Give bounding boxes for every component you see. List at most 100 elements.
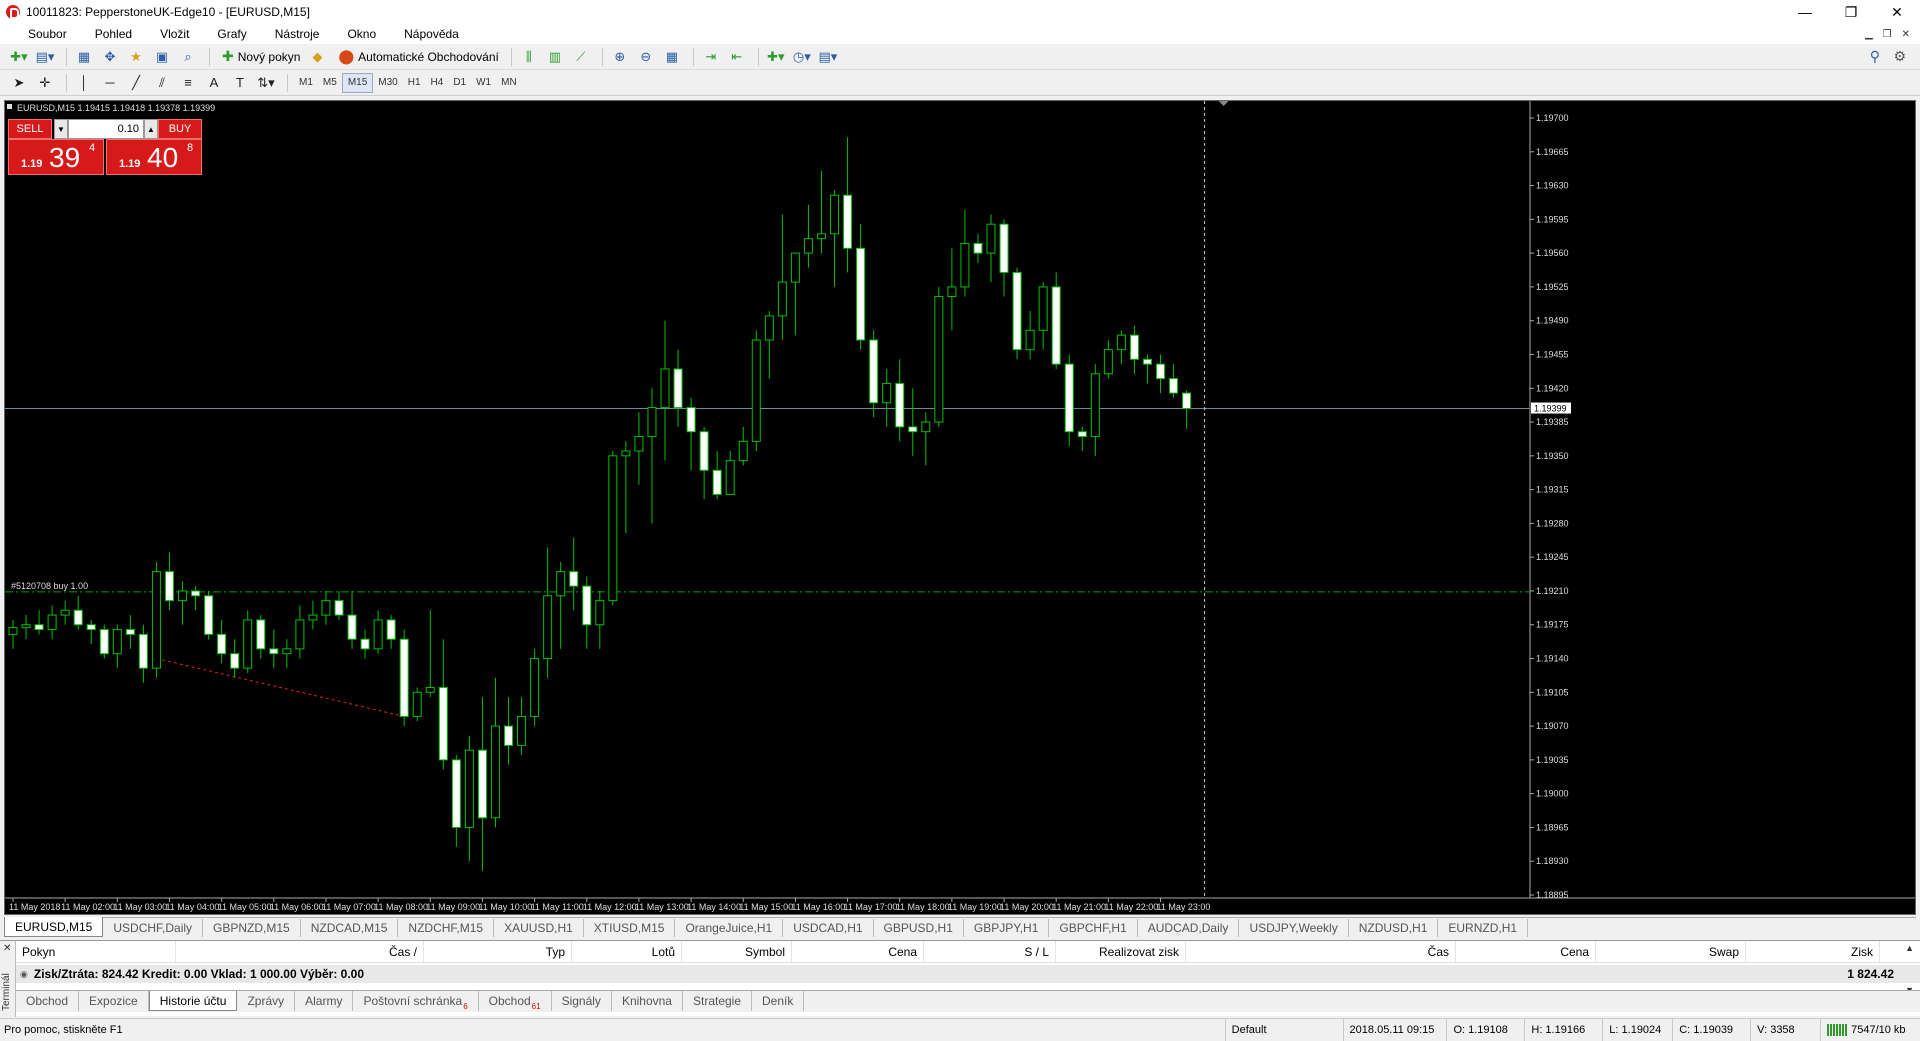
- text-label-icon[interactable]: T: [229, 72, 251, 94]
- chart-tab[interactable]: GBPJPY,H1: [964, 919, 1050, 937]
- mdi-close-icon[interactable]: ✕: [1902, 29, 1910, 40]
- column-header[interactable]: Cena: [1456, 940, 1596, 963]
- crosshair-icon[interactable]: ✛: [34, 72, 56, 94]
- timeframe-h1-button[interactable]: H1: [403, 73, 426, 93]
- lot-size-input[interactable]: 0.10: [68, 119, 144, 139]
- terminal-tab[interactable]: Zprávy: [237, 991, 296, 1011]
- chart-tab[interactable]: USDCHF,Daily: [103, 919, 204, 937]
- navigator-icon[interactable]: ★: [125, 46, 147, 68]
- column-header[interactable]: Zisk: [1746, 940, 1880, 963]
- buy-button[interactable]: BUY: [158, 119, 202, 139]
- auto-scroll-icon[interactable]: ⇥: [700, 46, 722, 68]
- timeframe-m5-button[interactable]: M5: [318, 73, 342, 93]
- tile-windows-icon[interactable]: ▦: [661, 46, 683, 68]
- menu-item-1[interactable]: Pohled: [77, 27, 142, 41]
- timeframe-m30-button[interactable]: M30: [373, 73, 402, 93]
- chart-tab[interactable]: GBPNZD,M15: [203, 919, 301, 937]
- indicators-icon[interactable]: ✚▾: [765, 46, 787, 68]
- terminal-tab[interactable]: Signály: [552, 991, 612, 1011]
- fibonacci-icon[interactable]: ≡: [177, 72, 199, 94]
- timeframe-h4-button[interactable]: H4: [426, 73, 449, 93]
- terminal-tab[interactable]: Obchod61: [479, 991, 552, 1011]
- chart-tab[interactable]: OrangeJuice,H1: [675, 919, 784, 937]
- column-header[interactable]: S / L: [924, 940, 1056, 963]
- zoom-out-icon[interactable]: ⊖: [635, 46, 657, 68]
- chart-tab[interactable]: GBPUSD,H1: [874, 919, 964, 937]
- vertical-line-icon[interactable]: │: [73, 72, 95, 94]
- search-icon[interactable]: ⚲: [1870, 48, 1880, 65]
- menu-item-6[interactable]: Nápověda: [386, 27, 469, 41]
- terminal-tab[interactable]: Alarmy: [295, 991, 354, 1011]
- bar-chart-icon[interactable]: ⫼: [518, 46, 540, 68]
- sell-button[interactable]: SELL: [8, 119, 52, 139]
- restore-button[interactable]: ❐: [1828, 0, 1874, 24]
- templates-icon[interactable]: ▤▾: [817, 46, 839, 68]
- terminal-tab[interactable]: Expozice: [79, 991, 149, 1011]
- terminal-tab[interactable]: Obchod: [16, 991, 80, 1011]
- meta-editor-icon[interactable]: ◆: [306, 46, 328, 68]
- mdi-restore-icon[interactable]: ❐: [1883, 29, 1892, 40]
- menu-item-0[interactable]: Soubor: [10, 27, 77, 41]
- trend-line-icon[interactable]: ╱: [125, 72, 147, 94]
- periods-icon[interactable]: ◷▾: [791, 46, 813, 68]
- column-header[interactable]: Lotů: [572, 940, 682, 963]
- menu-item-4[interactable]: Nástroje: [257, 27, 330, 41]
- chart-tab[interactable]: EURNZD,H1: [1438, 919, 1529, 937]
- timeframe-m15-button[interactable]: M15: [341, 72, 374, 93]
- lot-decrease-button[interactable]: ▼: [54, 119, 68, 139]
- chart-tab[interactable]: GBPCHF,H1: [1049, 919, 1138, 937]
- terminal-tab[interactable]: Deník: [752, 991, 805, 1011]
- timeframe-w1-button[interactable]: W1: [471, 73, 496, 93]
- chart-tab[interactable]: NZDUSD,H1: [1349, 919, 1439, 937]
- status-profile[interactable]: Default: [1224, 1018, 1343, 1041]
- community-icon[interactable]: ⚙: [1893, 48, 1906, 65]
- arrows-icon[interactable]: ⇅▾: [255, 72, 277, 94]
- column-header[interactable]: Realizovat zisk: [1056, 940, 1186, 963]
- profiles-icon[interactable]: ▤▾: [34, 46, 56, 68]
- chart-tab[interactable]: USDJPY,Weekly: [1239, 919, 1349, 937]
- sell-price-button[interactable]: 1.19 39 4: [8, 139, 104, 175]
- chart-shift-icon[interactable]: ⇤: [726, 46, 748, 68]
- chart-window[interactable]: 1.19700 1.19665 1.19630 1.19595 1.19560 1.195…: [4, 100, 1916, 915]
- candlestick-icon[interactable]: ▥: [544, 46, 566, 68]
- column-header[interactable]: Typ: [424, 940, 572, 963]
- chart-tab[interactable]: USDCAD,H1: [783, 919, 874, 937]
- column-header[interactable]: Čas: [1186, 940, 1456, 963]
- timeframe-d1-button[interactable]: D1: [448, 73, 471, 93]
- cursor-icon[interactable]: ➤: [8, 72, 30, 94]
- line-chart-icon[interactable]: ⟋: [570, 46, 592, 68]
- terminal-tab[interactable]: Historie účtu: [148, 991, 238, 1011]
- new-chart-icon[interactable]: ✚▾: [8, 46, 30, 68]
- market-watch-icon[interactable]: ▦: [73, 46, 95, 68]
- chart-tab[interactable]: XTIUSD,M15: [584, 919, 676, 937]
- scroll-up-icon[interactable]: ▲: [1905, 943, 1914, 953]
- collapse-icon[interactable]: ◉: [20, 969, 28, 980]
- new-order-button[interactable]: ✚ Nový pokyn: [216, 46, 306, 68]
- menu-item-2[interactable]: Vložit: [142, 27, 199, 41]
- account-summary-row[interactable]: ◉ Zisk/Ztráta: 824.42 Kredit: 0.00 Vklad…: [16, 965, 1920, 983]
- column-header[interactable]: Symbol: [682, 940, 792, 963]
- auto-trading-button[interactable]: ⬤ Automatické Obchodování: [332, 46, 504, 68]
- chart-tab[interactable]: NZDCHF,M15: [398, 919, 495, 937]
- terminal-close-icon[interactable]: ✕: [3, 943, 11, 954]
- chart-tab[interactable]: EURUSD,M15: [4, 917, 104, 937]
- timeframe-mn-button[interactable]: MN: [496, 73, 522, 93]
- data-window-icon[interactable]: ✥: [99, 46, 121, 68]
- chart-tab[interactable]: NZDCAD,M15: [301, 919, 399, 937]
- channel-icon[interactable]: ⫽: [151, 72, 173, 94]
- chart-tab[interactable]: AUDCAD,Daily: [1138, 919, 1240, 937]
- buy-price-button[interactable]: 1.19 40 8: [106, 139, 202, 175]
- terminal-tab[interactable]: Poštovní schránka6: [353, 991, 479, 1011]
- column-header[interactable]: Cena: [792, 940, 924, 963]
- close-button[interactable]: ✕: [1874, 0, 1920, 24]
- terminal-tab[interactable]: Strategie: [683, 991, 753, 1011]
- column-header[interactable]: Swap: [1596, 940, 1746, 963]
- text-icon[interactable]: A: [203, 72, 225, 94]
- lot-increase-button[interactable]: ▲: [144, 119, 158, 139]
- terminal-icon[interactable]: ▣: [151, 46, 173, 68]
- column-header[interactable]: Pokyn: [16, 940, 176, 963]
- chart-tab[interactable]: XAUUSD,H1: [494, 919, 584, 937]
- minimize-button[interactable]: —: [1782, 0, 1828, 24]
- status-connection[interactable]: 7547/10 kb: [1820, 1018, 1920, 1041]
- menu-item-3[interactable]: Grafy: [199, 27, 256, 41]
